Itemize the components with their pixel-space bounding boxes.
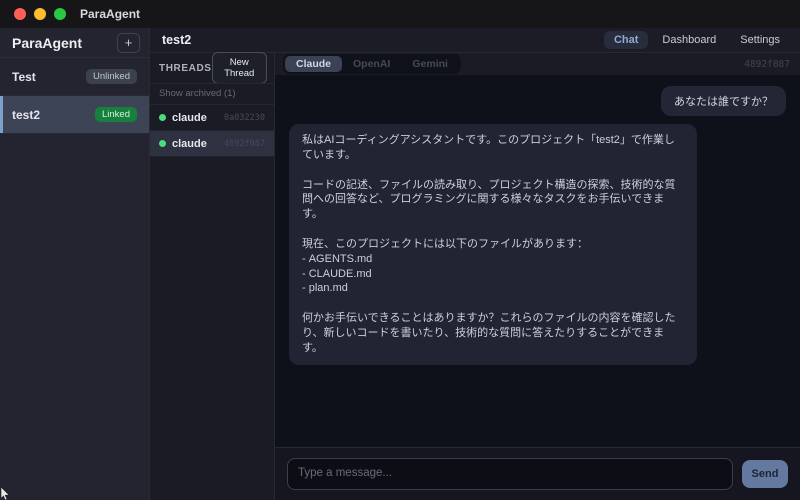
- mouse-cursor-icon: [0, 487, 10, 500]
- thread-name: claude: [172, 112, 207, 124]
- thread-id: 4892f087: [224, 139, 265, 149]
- add-project-button[interactable]: +: [117, 33, 140, 53]
- threads-heading: THREADS: [159, 63, 212, 74]
- top-nav: Chat Dashboard Settings: [604, 31, 790, 49]
- app-title: ParaAgent: [12, 35, 82, 51]
- message-input-bar: Send: [275, 447, 800, 500]
- project-name: test2: [12, 108, 40, 122]
- new-thread-button[interactable]: New Thread: [212, 52, 267, 84]
- thread-item-selected[interactable]: claude 4892f087: [150, 131, 274, 157]
- tab-chat[interactable]: Chat: [604, 31, 648, 49]
- active-thread-id: 4892f087: [744, 59, 790, 70]
- thread-name: claude: [172, 138, 207, 150]
- window-title: ParaAgent: [80, 7, 140, 21]
- traffic-lights: [14, 8, 66, 20]
- unlinked-badge: Unlinked: [86, 69, 137, 84]
- project-item-test[interactable]: Test Unlinked: [0, 58, 149, 96]
- model-tabs-row: Claude OpenAI Gemini 4892f087: [275, 53, 800, 75]
- sidebar-header: ParaAgent +: [0, 28, 149, 58]
- titlebar: ParaAgent: [0, 0, 800, 28]
- model-tab-claude[interactable]: Claude: [285, 56, 342, 72]
- thread-status-dot-icon: [159, 114, 166, 121]
- thread-status-dot-icon: [159, 140, 166, 147]
- app-window: ParaAgent ParaAgent + Test Unlinked test…: [0, 0, 800, 500]
- tab-dashboard[interactable]: Dashboard: [652, 31, 726, 49]
- threads-panel: THREADS New Thread Show archived (1) cla…: [150, 53, 275, 500]
- thread-item[interactable]: claude 0a032230: [150, 105, 274, 131]
- show-archived-link[interactable]: Show archived (1): [150, 83, 274, 105]
- message-input[interactable]: [287, 458, 733, 490]
- chat-panel: Claude OpenAI Gemini 4892f087 あなたは誰ですか？ …: [275, 53, 800, 500]
- model-tabs: Claude OpenAI Gemini: [283, 54, 461, 74]
- page-title: test2: [162, 33, 604, 47]
- minimize-button[interactable]: [34, 8, 46, 20]
- main-area: test2 Chat Dashboard Settings THREADS Ne…: [150, 28, 800, 500]
- project-sidebar: ParaAgent + Test Unlinked test2 Linked: [0, 28, 150, 500]
- linked-badge: Linked: [95, 107, 137, 122]
- thread-id: 0a032230: [224, 113, 265, 123]
- user-message: あなたは誰ですか？: [661, 86, 786, 116]
- project-item-test2[interactable]: test2 Linked: [0, 96, 149, 134]
- zoom-button[interactable]: [54, 8, 66, 20]
- project-list: Test Unlinked test2 Linked: [0, 58, 149, 134]
- assistant-message: 私はAIコーディングアシスタントです。このプロジェクト「test2」で作業してい…: [289, 124, 697, 365]
- message-list: あなたは誰ですか？ 私はAIコーディングアシスタントです。このプロジェクト「te…: [275, 75, 800, 447]
- threads-header: THREADS New Thread: [150, 53, 274, 83]
- model-tab-openai[interactable]: OpenAI: [342, 56, 401, 72]
- model-tab-gemini[interactable]: Gemini: [401, 56, 459, 72]
- project-name: Test: [12, 70, 36, 84]
- close-button[interactable]: [14, 8, 26, 20]
- tab-settings[interactable]: Settings: [730, 31, 790, 49]
- main-header: test2 Chat Dashboard Settings: [150, 28, 800, 53]
- send-button[interactable]: Send: [742, 460, 788, 488]
